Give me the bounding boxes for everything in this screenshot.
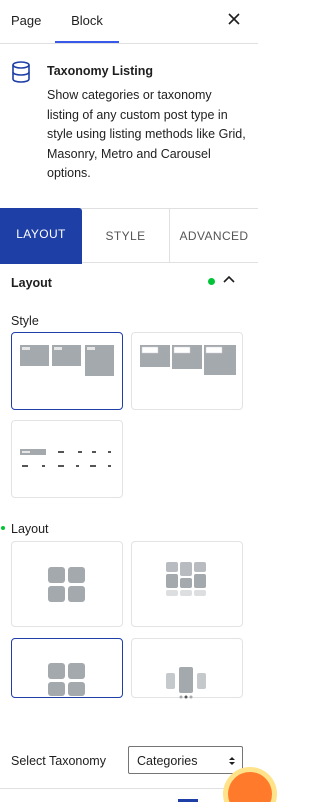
- bottom-divider: [0, 788, 258, 802]
- select-arrows-icon: [229, 757, 235, 765]
- style-1-preview-icon: [20, 345, 114, 376]
- tab-style[interactable]: STYLE: [82, 209, 170, 263]
- taxonomy-select-value: Categories: [137, 754, 198, 768]
- settings-tabs: LAYOUT STYLE ADVANCED: [0, 208, 258, 264]
- metro-layout-icon: [48, 663, 85, 696]
- style-2-preview-icon: [140, 345, 236, 375]
- style-label: Style: [11, 314, 39, 328]
- chevron-up-icon[interactable]: [223, 275, 235, 283]
- style-option-3[interactable]: [11, 420, 123, 498]
- close-icon[interactable]: [226, 11, 242, 27]
- select-taxonomy-label: Select Taxonomy: [11, 754, 106, 768]
- style-3-preview-icon: [20, 449, 111, 467]
- masonry-layout-icon: [166, 562, 206, 596]
- grid-layout-icon: [48, 567, 85, 602]
- style-option-1[interactable]: [11, 332, 123, 410]
- layout-label: Layout: [11, 522, 49, 536]
- panel-title: Layout: [11, 276, 52, 290]
- layout-option-metro[interactable]: [11, 638, 123, 698]
- sidebar-tabs: Page Block: [0, 0, 258, 44]
- help-bubble-icon[interactable]: [228, 772, 272, 802]
- layout-panel-header[interactable]: Layout: [0, 264, 258, 300]
- layout-modified-dot: [1, 526, 5, 530]
- layout-option-grid[interactable]: [11, 541, 123, 627]
- database-icon: [12, 61, 30, 83]
- tab-page[interactable]: Page: [11, 0, 41, 43]
- tab-advanced[interactable]: ADVANCED: [170, 209, 258, 263]
- tab-block[interactable]: Block: [55, 0, 119, 43]
- layout-option-masonry[interactable]: [131, 541, 243, 627]
- tab-layout[interactable]: LAYOUT: [0, 208, 82, 264]
- block-card: Taxonomy Listing Show categories or taxo…: [0, 44, 258, 194]
- block-title: Taxonomy Listing: [47, 64, 154, 78]
- modified-indicator: [208, 278, 215, 285]
- taxonomy-select[interactable]: Categories: [128, 746, 243, 774]
- layout-option-carousel[interactable]: [131, 638, 243, 699]
- block-description: Show categories or taxonomy listing of a…: [47, 88, 246, 180]
- carousel-layout-icon: [166, 667, 206, 699]
- style-option-2[interactable]: [131, 332, 243, 410]
